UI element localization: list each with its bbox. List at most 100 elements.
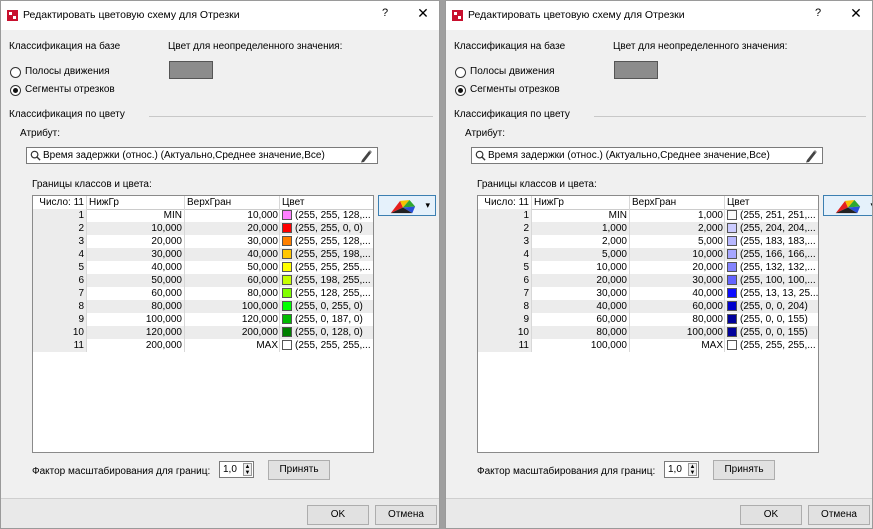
upper-bound-cell[interactable]: MAX <box>630 339 725 352</box>
header-color[interactable]: Цвет <box>280 196 373 209</box>
help-button[interactable]: ? <box>378 7 392 19</box>
cancel-button[interactable]: Отмена <box>808 505 870 525</box>
cancel-button[interactable]: Отмена <box>375 505 437 525</box>
upper-bound-cell[interactable]: 60,000 <box>630 300 725 313</box>
lower-bound-cell[interactable]: 1,000 <box>532 222 630 235</box>
undefined-color-swatch[interactable] <box>614 61 658 79</box>
lower-bound-cell[interactable]: 100,000 <box>87 313 185 326</box>
help-button[interactable]: ? <box>811 7 825 19</box>
class-bounds-table[interactable]: Число: 11 НижГр ВерхГран Цвет 1 MIN 1,000(… <box>477 195 819 453</box>
table-row[interactable]: 4 30,000 40,000 (255, 255, 198,... <box>33 248 373 261</box>
lower-bound-cell[interactable]: 20,000 <box>87 235 185 248</box>
lower-bound-cell[interactable]: 10,000 <box>532 261 630 274</box>
color-swatch[interactable] <box>727 223 737 233</box>
color-cell[interactable]: (255, 255, 128,... <box>280 209 373 222</box>
color-swatch[interactable] <box>727 262 737 272</box>
lower-bound-cell[interactable]: 60,000 <box>87 287 185 300</box>
lower-bound-cell[interactable]: 30,000 <box>532 287 630 300</box>
header-upper-bound[interactable]: ВерхГран <box>185 196 280 209</box>
lower-bound-cell[interactable]: 40,000 <box>87 261 185 274</box>
table-row[interactable]: 9 60,000 80,000 (255, 0, 0, 155) <box>478 313 818 326</box>
color-swatch[interactable] <box>727 301 737 311</box>
lower-bound-cell[interactable]: 20,000 <box>532 274 630 287</box>
lower-bound-cell[interactable]: 10,000 <box>87 222 185 235</box>
color-cell[interactable]: (255, 204, 204,... <box>725 222 818 235</box>
radio-lanes[interactable] <box>10 67 21 78</box>
lower-bound-cell[interactable]: MIN <box>87 209 185 222</box>
table-row[interactable]: 3 2,000 5,000 (255, 183, 183,... <box>478 235 818 248</box>
header-upper-bound[interactable]: ВерхГран <box>630 196 725 209</box>
table-row[interactable]: 8 40,000 60,000 (255, 0, 0, 204) <box>478 300 818 313</box>
upper-bound-cell[interactable]: 50,000 <box>185 261 280 274</box>
attribute-field[interactable]: Время задержки (относ.) (Актуально,Средн… <box>471 147 823 164</box>
upper-bound-cell[interactable]: 1,000 <box>630 209 725 222</box>
radio-segments-label[interactable]: Сегменты отрезков <box>25 84 115 95</box>
color-swatch[interactable] <box>727 210 737 220</box>
attribute-field[interactable]: Время задержки (относ.) (Актуально,Средн… <box>26 147 378 164</box>
color-swatch[interactable] <box>727 314 737 324</box>
upper-bound-cell[interactable]: 10,000 <box>630 248 725 261</box>
close-button[interactable]: ✕ <box>415 5 431 22</box>
title-bar[interactable]: Редактировать цветовую схему для Отрезки… <box>446 1 872 30</box>
apply-button[interactable]: Принять <box>713 460 775 480</box>
lower-bound-cell[interactable]: 200,000 <box>87 339 185 352</box>
upper-bound-cell[interactable]: 5,000 <box>630 235 725 248</box>
table-row[interactable]: 7 60,000 80,000 (255, 128, 255,... <box>33 287 373 300</box>
table-row[interactable]: 11 100,000 MAX (255, 255, 255,... <box>478 339 818 352</box>
color-cell[interactable]: (255, 0, 128, 0) <box>280 326 373 339</box>
color-swatch[interactable] <box>282 262 292 272</box>
lower-bound-cell[interactable]: 40,000 <box>532 300 630 313</box>
color-swatch[interactable] <box>282 288 292 298</box>
radio-lanes[interactable] <box>455 67 466 78</box>
lower-bound-cell[interactable]: MIN <box>532 209 630 222</box>
color-cell[interactable]: (255, 255, 198,... <box>280 248 373 261</box>
upper-bound-cell[interactable]: MAX <box>185 339 280 352</box>
color-swatch[interactable] <box>282 249 292 259</box>
color-cell[interactable]: (255, 0, 0, 204) <box>725 300 818 313</box>
table-row[interactable]: 10 80,000 100,000 (255, 0, 0, 155) <box>478 326 818 339</box>
table-row[interactable]: 8 80,000 100,000 (255, 0, 255, 0) <box>33 300 373 313</box>
upper-bound-cell[interactable]: 2,000 <box>630 222 725 235</box>
upper-bound-cell[interactable]: 60,000 <box>185 274 280 287</box>
upper-bound-cell[interactable]: 200,000 <box>185 326 280 339</box>
color-swatch[interactable] <box>282 210 292 220</box>
lower-bound-cell[interactable]: 100,000 <box>532 339 630 352</box>
title-bar[interactable]: Редактировать цветовую схему для Отрезки… <box>1 1 439 30</box>
table-row[interactable]: 6 50,000 60,000 (255, 198, 255,... <box>33 274 373 287</box>
radio-segments[interactable] <box>455 85 466 96</box>
header-count[interactable]: Число: 11 <box>33 196 87 209</box>
color-swatch[interactable] <box>282 236 292 246</box>
upper-bound-cell[interactable]: 80,000 <box>185 287 280 300</box>
ok-button[interactable]: OK <box>307 505 369 525</box>
radio-lanes-label[interactable]: Полосы движения <box>25 66 110 77</box>
color-cell[interactable]: (255, 132, 132,... <box>725 261 818 274</box>
class-bounds-table[interactable]: Число: 11 НижГр ВерхГран Цвет 1 MIN 10,000… <box>32 195 374 453</box>
color-swatch[interactable] <box>727 236 737 246</box>
color-swatch[interactable] <box>282 223 292 233</box>
color-swatch[interactable] <box>727 288 737 298</box>
close-button[interactable]: ✕ <box>848 5 864 22</box>
color-swatch[interactable] <box>282 314 292 324</box>
table-row[interactable]: 2 1,000 2,000 (255, 204, 204,... <box>478 222 818 235</box>
color-cell[interactable]: (255, 255, 255,... <box>725 339 818 352</box>
table-row[interactable]: 11 200,000 MAX (255, 255, 255,... <box>33 339 373 352</box>
table-row[interactable]: 5 10,000 20,000 (255, 132, 132,... <box>478 261 818 274</box>
table-row[interactable]: 10 120,000 200,000 (255, 0, 128, 0) <box>33 326 373 339</box>
upper-bound-cell[interactable]: 40,000 <box>185 248 280 261</box>
table-row[interactable]: 9 100,000 120,000 (255, 0, 187, 0) <box>33 313 373 326</box>
lower-bound-cell[interactable]: 80,000 <box>532 326 630 339</box>
color-cell[interactable]: (255, 251, 251,... <box>725 209 818 222</box>
color-cell[interactable]: (255, 198, 255,... <box>280 274 373 287</box>
table-row[interactable]: 4 5,000 10,000 (255, 166, 166,... <box>478 248 818 261</box>
lower-bound-cell[interactable]: 30,000 <box>87 248 185 261</box>
upper-bound-cell[interactable]: 100,000 <box>185 300 280 313</box>
color-cell[interactable]: (255, 100, 100,... <box>725 274 818 287</box>
color-swatch[interactable] <box>727 327 737 337</box>
upper-bound-cell[interactable]: 30,000 <box>630 274 725 287</box>
color-cell[interactable]: (255, 0, 0, 155) <box>725 326 818 339</box>
color-cell[interactable]: (255, 0, 0, 155) <box>725 313 818 326</box>
upper-bound-cell[interactable]: 20,000 <box>630 261 725 274</box>
color-swatch[interactable] <box>727 249 737 259</box>
lower-bound-cell[interactable]: 5,000 <box>532 248 630 261</box>
upper-bound-cell[interactable]: 80,000 <box>630 313 725 326</box>
